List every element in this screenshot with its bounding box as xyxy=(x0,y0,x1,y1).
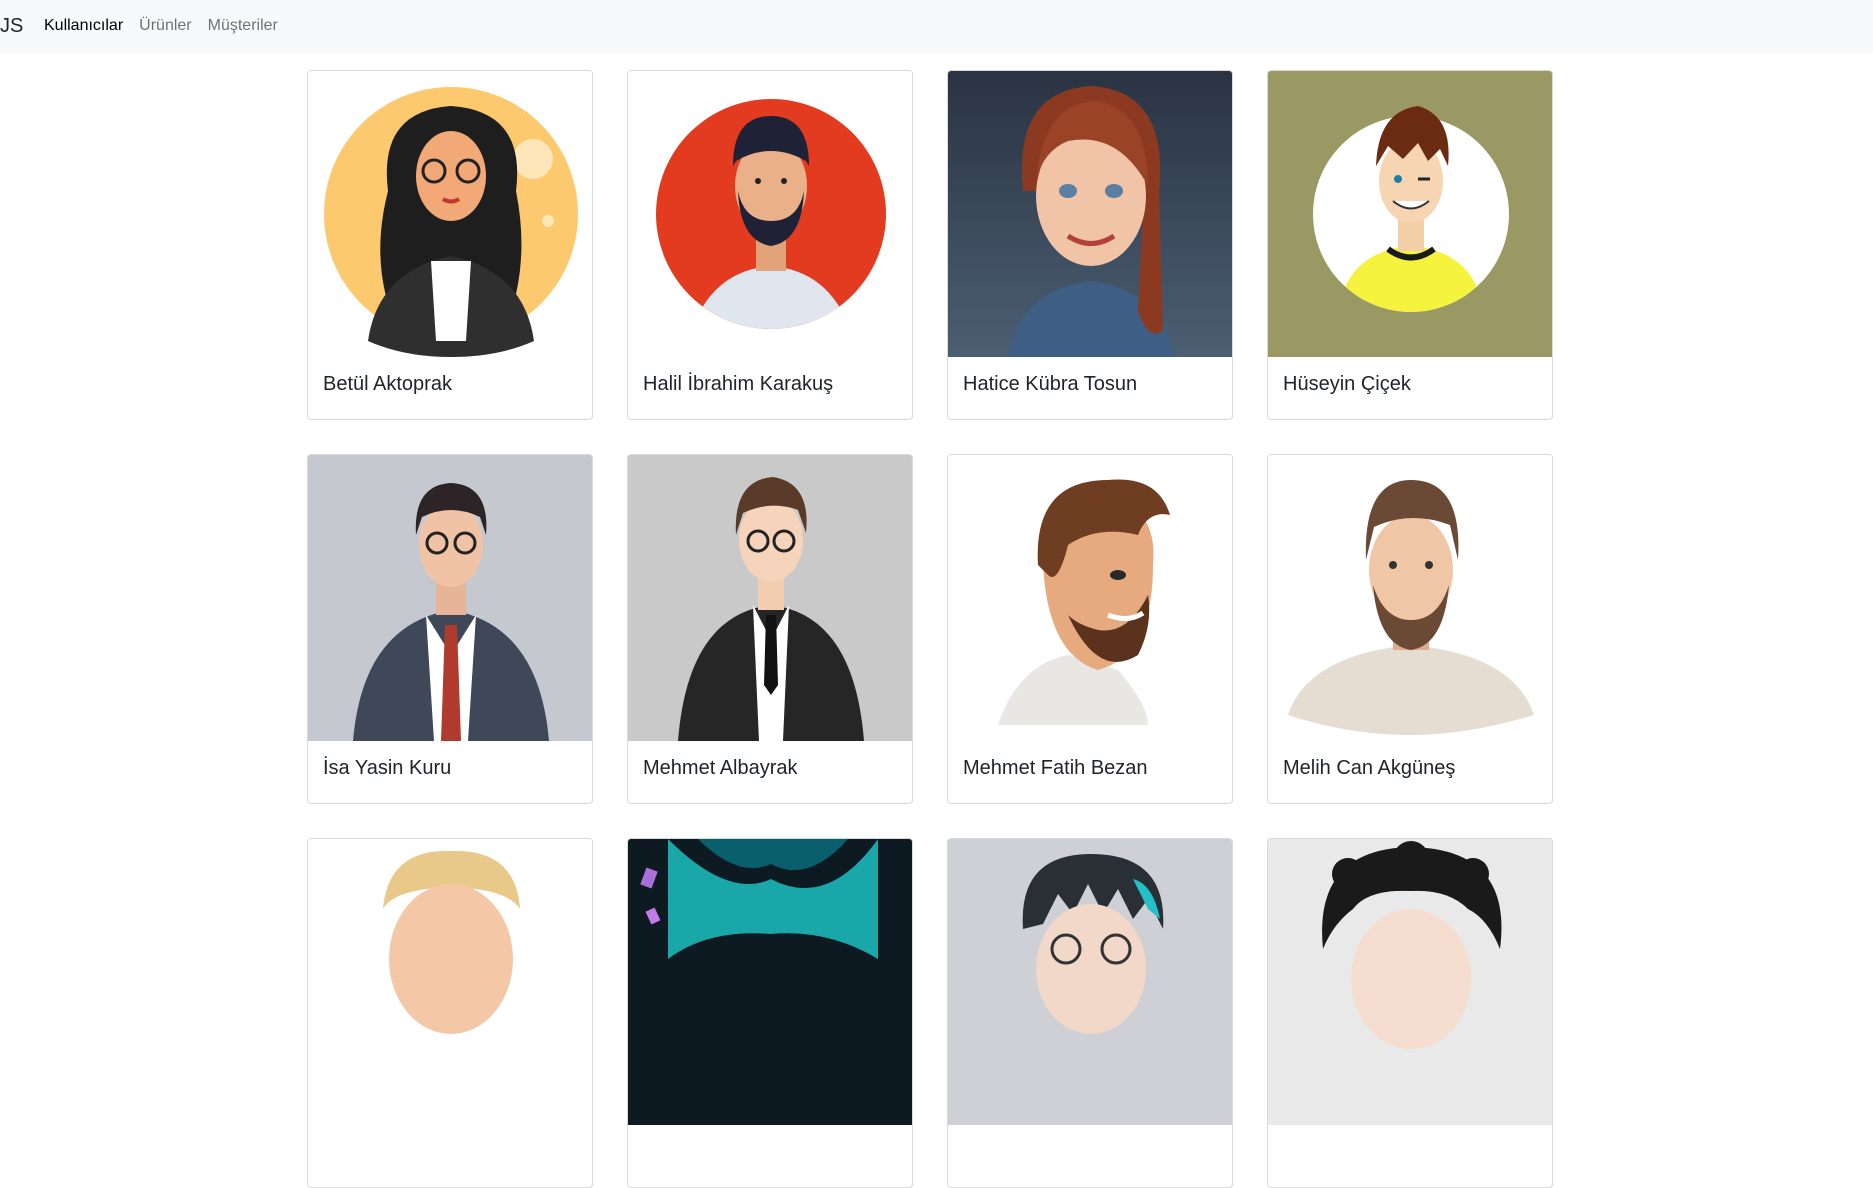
nav-links: Kullanıcılar Ürünler Müşteriler xyxy=(44,16,278,36)
user-avatar xyxy=(1268,71,1552,357)
user-card[interactable]: Melih Can Akgüneş xyxy=(1267,454,1553,804)
user-card[interactable] xyxy=(627,838,913,1188)
user-avatar xyxy=(628,71,912,357)
user-avatar xyxy=(1268,839,1552,1125)
user-card[interactable]: Hatice Kübra Tosun xyxy=(947,70,1233,420)
user-avatar xyxy=(948,839,1232,1125)
brand-logo[interactable]: JS xyxy=(0,13,23,39)
user-avatar xyxy=(628,839,912,1125)
navbar: JS Kullanıcılar Ürünler Müşteriler xyxy=(0,0,1873,53)
user-avatar xyxy=(1268,455,1552,741)
user-card[interactable] xyxy=(947,838,1233,1188)
user-name: Betül Aktoprak xyxy=(323,373,452,395)
user-card[interactable]: Mehmet Fatih Bezan xyxy=(947,454,1233,804)
user-name: Melih Can Akgüneş xyxy=(1283,757,1456,779)
user-avatar xyxy=(308,71,592,357)
user-name: Hatice Kübra Tosun xyxy=(963,373,1138,395)
nav-link-musteriler[interactable]: Müşteriler xyxy=(208,16,278,36)
user-avatar xyxy=(308,455,592,741)
user-name: Mehmet Albayrak xyxy=(643,757,798,779)
user-card[interactable]: Hüseyin Çiçek xyxy=(1267,70,1553,420)
user-name: Mehmet Fatih Bezan xyxy=(963,757,1148,779)
user-name: İsa Yasin Kuru xyxy=(323,757,452,779)
user-card[interactable] xyxy=(1267,838,1553,1188)
user-avatar xyxy=(948,71,1232,357)
user-name: Halil İbrahim Karakuş xyxy=(643,373,834,395)
user-avatar xyxy=(948,455,1232,741)
user-card[interactable]: İsa Yasin Kuru xyxy=(307,454,593,804)
user-card[interactable]: Mehmet Albayrak xyxy=(627,454,913,804)
user-avatar xyxy=(308,839,592,1125)
user-avatar xyxy=(628,455,912,741)
user-name: Hüseyin Çiçek xyxy=(1283,373,1411,395)
nav-link-kullanicilar[interactable]: Kullanıcılar xyxy=(44,16,123,36)
user-card[interactable]: Halil İbrahim Karakuş xyxy=(627,70,913,420)
user-card[interactable]: Betül Aktoprak xyxy=(307,70,593,420)
nav-link-urunler[interactable]: Ürünler xyxy=(139,16,191,36)
user-card[interactable] xyxy=(307,838,593,1188)
